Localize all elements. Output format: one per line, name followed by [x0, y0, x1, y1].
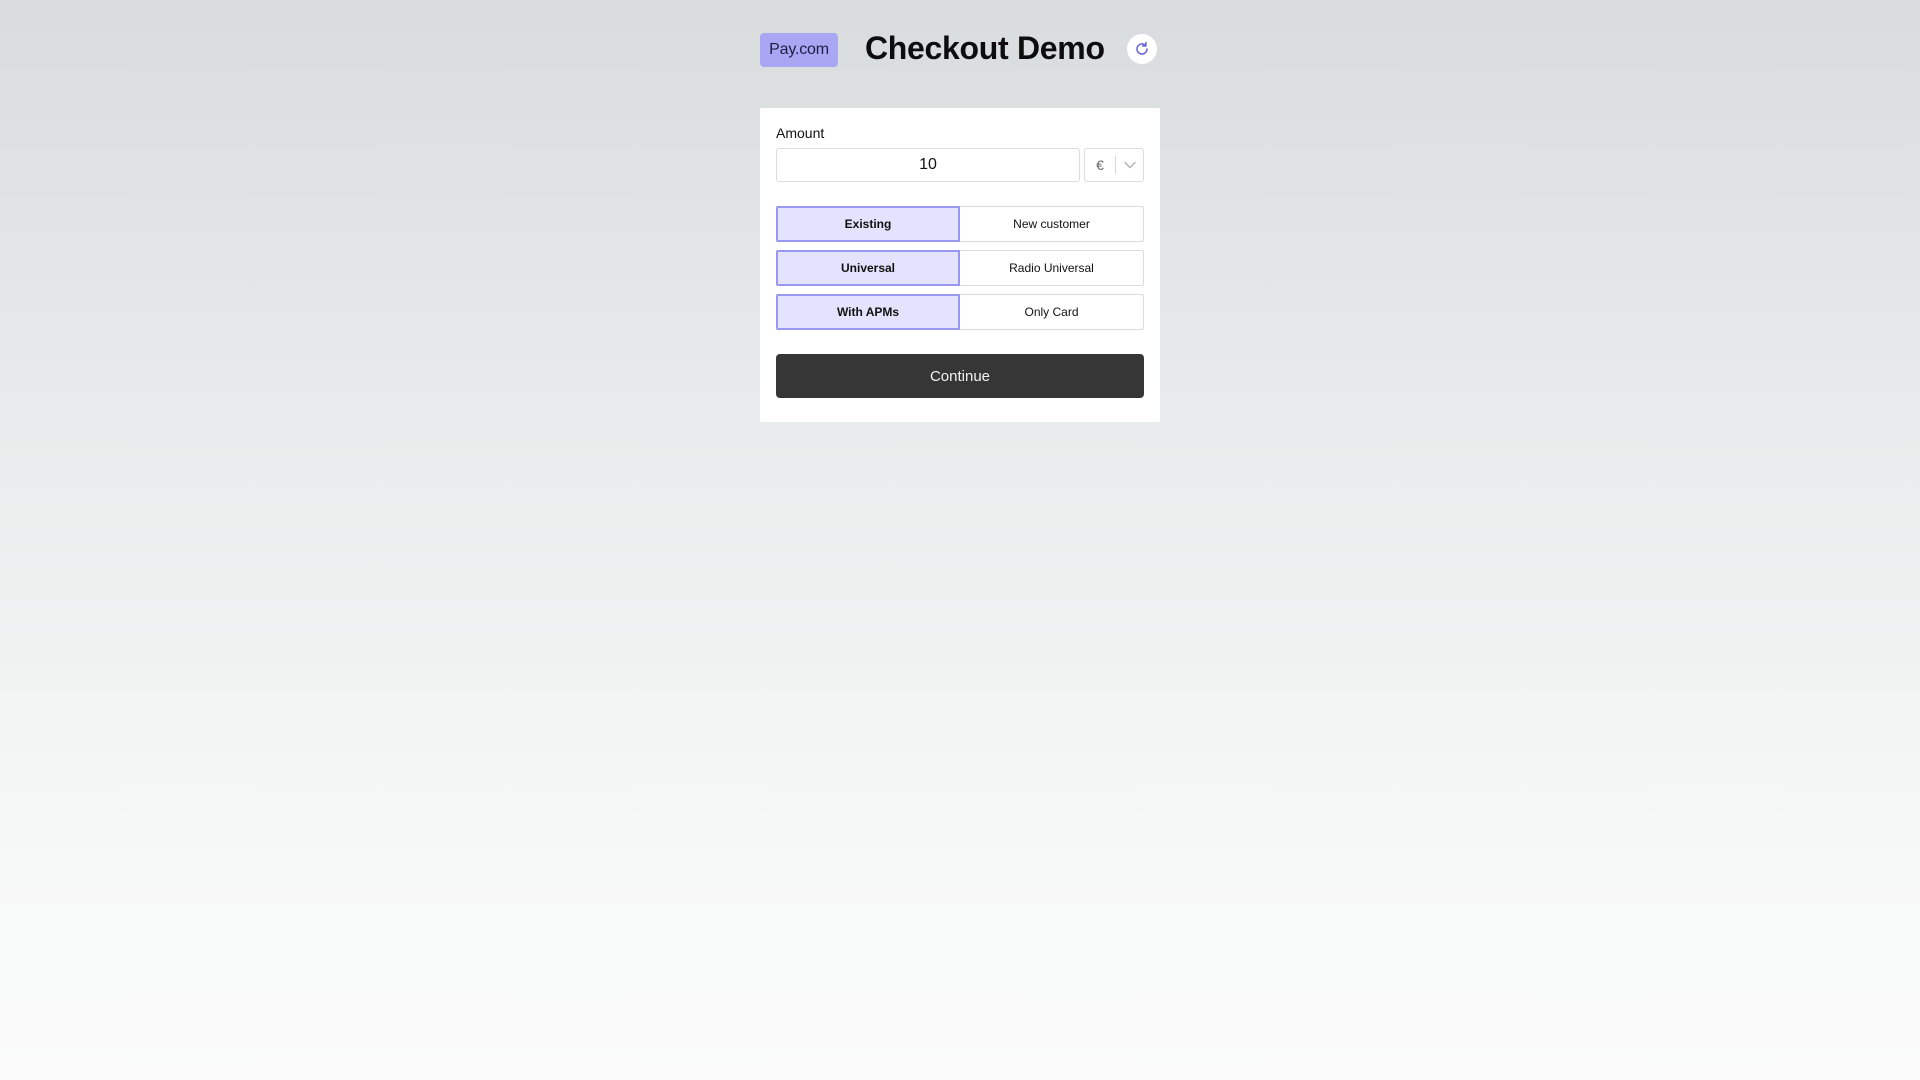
currency-select[interactable]: €	[1084, 148, 1144, 182]
checkout-mode-toggle: Universal Radio Universal	[776, 250, 1144, 286]
amount-label: Amount	[776, 125, 825, 141]
radio-universal-option[interactable]: Radio Universal	[960, 250, 1144, 286]
logo-text: Pay.com	[769, 41, 829, 58]
with-apms-option[interactable]: With APMs	[776, 294, 960, 330]
refresh-button[interactable]	[1126, 33, 1158, 65]
currency-value: €	[1096, 157, 1104, 173]
pay-com-logo: Pay.com	[760, 33, 838, 67]
universal-option[interactable]: Universal	[776, 250, 960, 286]
existing-option[interactable]: Existing	[776, 206, 960, 242]
customer-type-toggle: Existing New customer	[776, 206, 1144, 242]
refresh-icon	[1134, 41, 1150, 57]
continue-button[interactable]: Continue	[776, 354, 1144, 398]
amount-input[interactable]	[776, 148, 1080, 182]
payment-methods-toggle: With APMs Only Card	[776, 294, 1144, 330]
chevron-down-icon	[1116, 161, 1143, 169]
new-customer-option[interactable]: New customer	[960, 206, 1144, 242]
only-card-option[interactable]: Only Card	[960, 294, 1144, 330]
page-title: Checkout Demo	[865, 30, 1105, 66]
header: Pay.com Checkout Demo	[760, 30, 1160, 68]
checkout-card: Amount € Existing New customer Universal…	[760, 108, 1160, 422]
